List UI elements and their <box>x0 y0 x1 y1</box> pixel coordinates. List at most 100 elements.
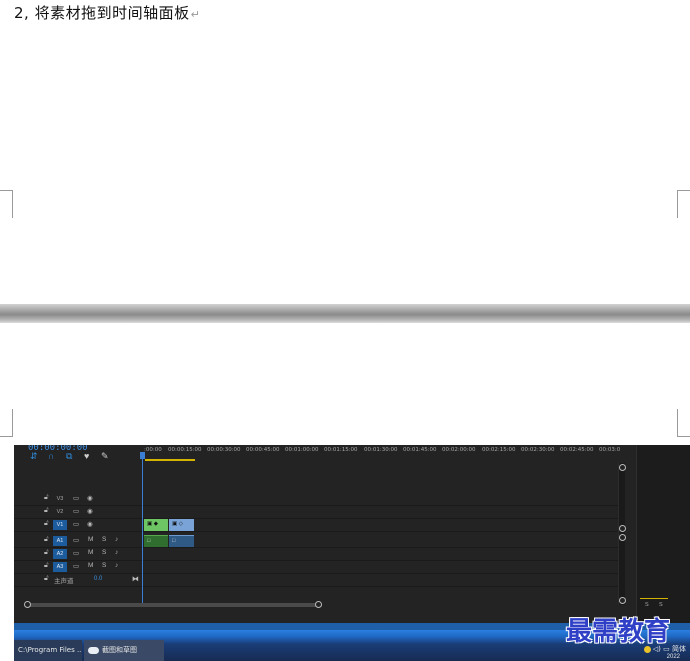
track-name[interactable]: A1 <box>53 536 67 546</box>
track-row-a2: 🔓︎ A2 ▭ M S ♪ <box>14 548 624 561</box>
snap-icon[interactable]: ⇵ <box>30 451 38 462</box>
track-controls: 🔓︎ 主声道 0.0 ⧓ <box>14 574 142 586</box>
ruler-label: 00:01:30:00 <box>364 447 398 453</box>
vertical-scrollbar[interactable] <box>618 463 626 605</box>
lock-icon[interactable]: 🔓︎ <box>44 494 49 502</box>
scroll-knob[interactable] <box>619 464 626 471</box>
scroll-knob[interactable] <box>315 601 322 608</box>
track-controls: 🔓︎ A1 ▭ M S ♪ <box>14 535 142 547</box>
solo-button[interactable]: S <box>102 562 106 569</box>
mute-button[interactable]: M <box>88 549 93 556</box>
fx-badge-icon: ▣ ◇ <box>172 521 183 527</box>
film-icon[interactable]: ▭ <box>73 494 79 502</box>
ruler-label: :00:00 <box>144 447 162 453</box>
magnet-icon[interactable]: ∩ <box>48 451 54 461</box>
meter-solo-label[interactable]: S <box>645 602 649 608</box>
ruler-label: 00:02:45:00 <box>560 447 594 453</box>
track-name[interactable]: V3 <box>53 494 67 504</box>
track-name[interactable]: A3 <box>53 562 67 572</box>
step-heading: 2, 将素材拖到时间轴面板↵ <box>14 2 200 23</box>
solo-button[interactable]: S <box>102 536 106 543</box>
ruler-label: 00:01:00:00 <box>285 447 319 453</box>
playhead-line[interactable] <box>142 453 143 605</box>
mic-icon[interactable]: ♪ <box>115 536 118 543</box>
crop-mark-top-right <box>677 190 690 218</box>
taskbar-item-explorer[interactable]: C:\Program Files ... <box>14 640 82 661</box>
keyframe-icon: □ <box>147 538 151 544</box>
step-heading-text: 2, 将素材拖到时间轴面板 <box>14 4 190 22</box>
audio-clip-1[interactable]: □ <box>144 535 168 547</box>
track-controls: 🔓︎ V3 ▭ ◉ <box>14 493 142 505</box>
mute-button[interactable]: M <box>88 562 93 569</box>
mute-button[interactable]: M <box>88 536 93 543</box>
track-row-v2: 🔓︎ V2 ▭ ◉ <box>14 506 624 519</box>
linked-selection-icon[interactable]: ⧉ <box>66 451 72 462</box>
eye-icon[interactable]: ◉ <box>87 507 93 515</box>
timeline-header: 00:00:00:00 ⇵ ∩ ⧉ ♥ ✎ <box>14 445 142 495</box>
marker-icon[interactable]: ♥ <box>84 451 89 461</box>
film-icon[interactable]: ▭ <box>73 536 79 544</box>
film-icon[interactable]: ▭ <box>73 549 79 557</box>
film-icon[interactable]: ▭ <box>73 562 79 570</box>
lock-icon[interactable]: 🔓︎ <box>44 507 49 515</box>
wrench-icon[interactable]: ✎ <box>101 451 109 462</box>
ruler-label: 00:00:30:00 <box>207 447 241 453</box>
track-name[interactable]: V1 <box>53 520 67 530</box>
film-icon[interactable]: ▭ <box>73 520 79 528</box>
track-row-a3: 🔓︎ A3 ▭ M S ♪ <box>14 561 624 574</box>
ruler-label: 00:00:15:00 <box>168 447 202 453</box>
taskbar-item-label: 截图和草图 <box>102 646 137 654</box>
audio-meter-level <box>640 598 668 599</box>
eye-icon[interactable]: ◉ <box>87 520 93 528</box>
track-row-v1: 🔓︎ V1 ▭ ◉ ▣ ◆ ▣ ◇ <box>14 519 624 532</box>
input-language[interactable]: 简体 <box>672 645 686 653</box>
lock-icon[interactable]: 🔓︎ <box>44 562 49 570</box>
playhead-handle[interactable] <box>140 452 145 459</box>
paragraph-mark: ↵ <box>190 8 201 21</box>
solo-button[interactable]: S <box>102 549 106 556</box>
ruler-label: 00:02:15:00 <box>482 447 516 453</box>
meter-solo-label[interactable]: S <box>659 602 663 608</box>
track-row-master: 🔓︎ 主声道 0.0 ⧓ <box>14 574 624 587</box>
scroll-knob[interactable] <box>619 534 626 541</box>
track-row-a1: 🔓︎ A1 ▭ M S ♪ □ □ <box>14 535 624 548</box>
film-icon[interactable]: ▭ <box>73 507 79 515</box>
lock-icon[interactable]: 🔓︎ <box>44 520 49 528</box>
eye-icon[interactable]: ◉ <box>87 494 93 502</box>
scroll-knob[interactable] <box>619 597 626 604</box>
audio-clip-2[interactable]: □ <box>169 535 194 547</box>
ruler-label: 00:01:45:00 <box>403 447 437 453</box>
crop-mark-top-left <box>0 190 13 218</box>
scroll-knob[interactable] <box>619 525 626 532</box>
ruler-label: 00:00:45:00 <box>246 447 280 453</box>
video-clip-1[interactable]: ▣ ◆ <box>144 519 168 531</box>
ruler-label: 00:03:0 <box>599 447 621 453</box>
go-to-end-icon[interactable]: ⧓ <box>132 575 139 583</box>
track-name[interactable]: A2 <box>53 549 67 559</box>
video-clip-2[interactable]: ▣ ◇ <box>169 519 194 531</box>
track-row-v3: 🔓︎ V3 ▭ ◉ <box>14 493 624 506</box>
mic-icon[interactable]: ♪ <box>115 549 118 556</box>
page-separator <box>0 304 690 323</box>
track-name[interactable]: V2 <box>53 507 67 517</box>
timeline-panel: 00:00:00:00 ⇵ ∩ ⧉ ♥ ✎ :00:00 00:00:15:00… <box>14 445 690 630</box>
ruler-label: 00:02:30:00 <box>521 447 555 453</box>
track-controls: 🔓︎ A2 ▭ M S ♪ <box>14 548 142 560</box>
ruler-label: 00:02:00:00 <box>442 447 476 453</box>
lock-icon[interactable]: 🔓︎ <box>44 536 49 544</box>
watermark-logo: 最需教育 <box>566 617 671 647</box>
scroll-knob[interactable] <box>24 601 31 608</box>
master-track-label: 主声道 <box>54 577 74 585</box>
work-area-bar[interactable] <box>145 459 195 461</box>
lock-icon[interactable]: 🔓︎ <box>44 575 49 583</box>
time-ruler[interactable]: :00:00 00:00:15:00 00:00:30:00 00:00:45:… <box>142 445 622 463</box>
lock-icon[interactable]: 🔓︎ <box>44 549 49 557</box>
mic-icon[interactable]: ♪ <box>115 562 118 569</box>
crop-mark-bottom-right <box>677 409 690 437</box>
master-volume-value[interactable]: 0.0 <box>94 576 102 582</box>
horizontal-scrollbar[interactable] <box>24 601 322 608</box>
clock-year[interactable]: 2022 <box>667 654 680 660</box>
snip-sketch-icon <box>88 646 99 654</box>
ruler-label: 00:01:15:00 <box>324 447 358 453</box>
taskbar-item-snip[interactable]: 截图和草图 <box>84 640 164 661</box>
